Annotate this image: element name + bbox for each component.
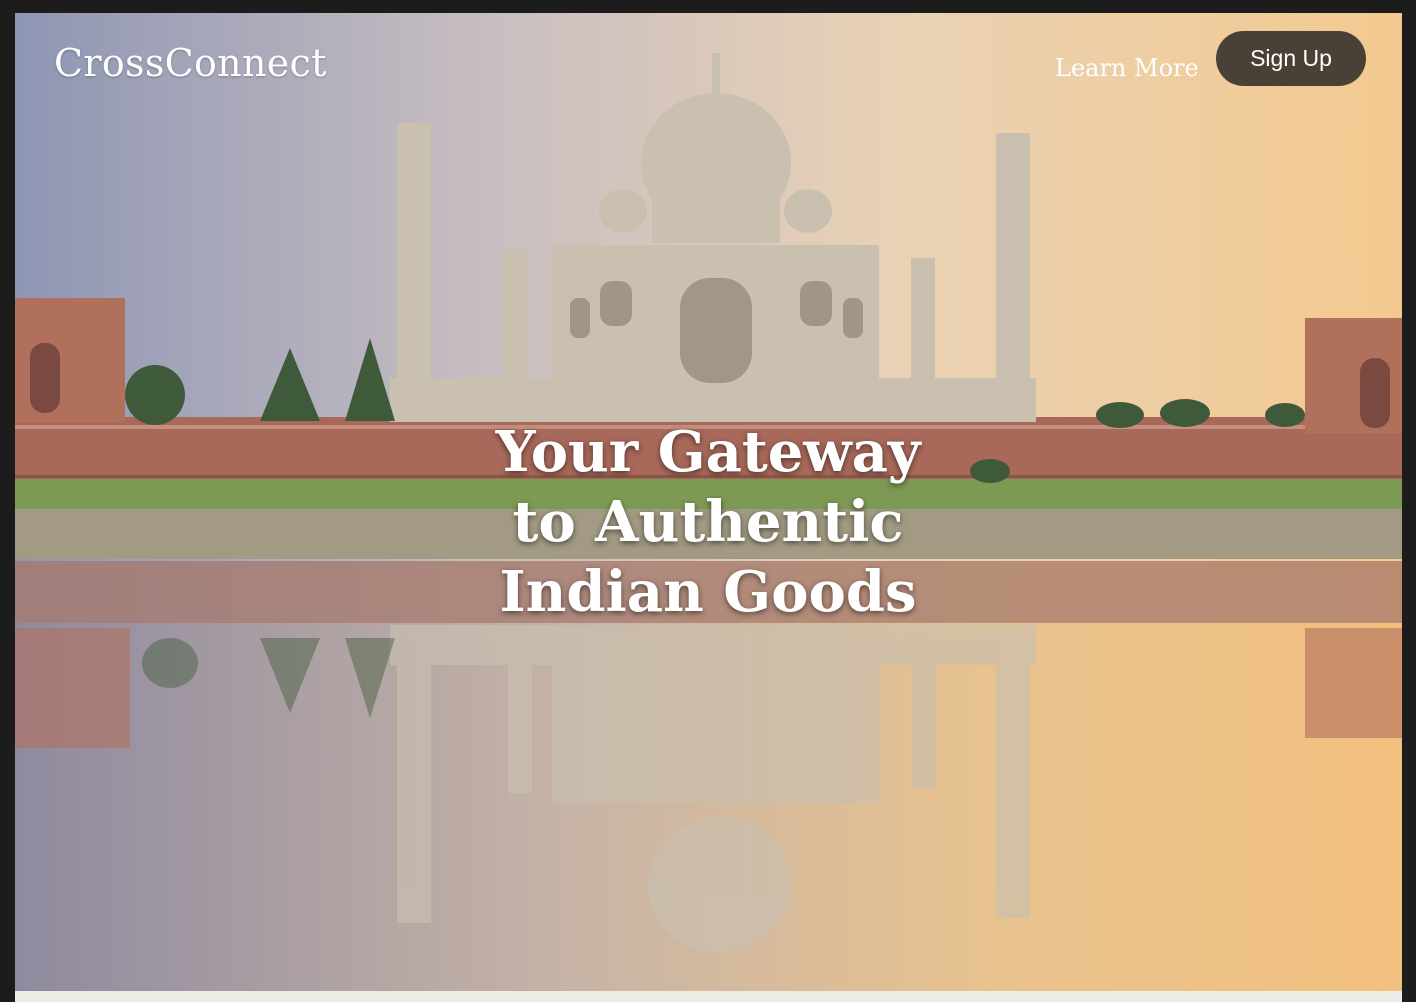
headline-line-3: Indian Goods	[499, 559, 917, 625]
headline-line-2: to Authentic	[512, 489, 904, 555]
top-nav: CrossConnect Learn More Sign Up	[15, 13, 1402, 113]
learn-more-link[interactable]: Learn More	[1055, 54, 1199, 82]
next-section-edge	[15, 991, 1402, 1002]
brand-logo[interactable]: CrossConnect	[54, 41, 327, 85]
hero-headline: Your Gateway to Authentic Indian Goods	[408, 417, 1008, 627]
page-frame: CrossConnect Learn More Sign Up Your Gat…	[15, 13, 1402, 991]
sign-up-button[interactable]: Sign Up	[1216, 31, 1366, 86]
headline-line-1: Your Gateway	[495, 419, 921, 485]
